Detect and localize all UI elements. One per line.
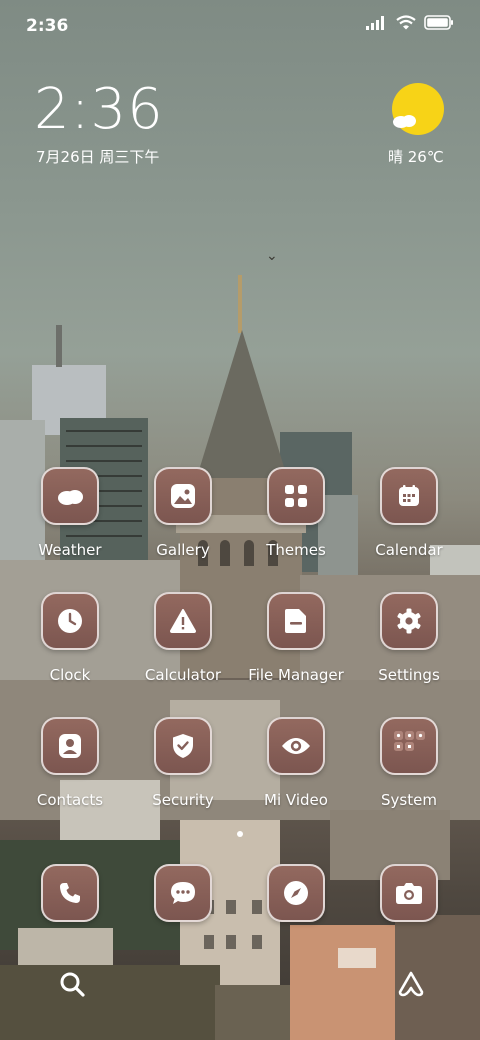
app-label: System [381, 791, 437, 809]
folder-icon [285, 609, 306, 633]
app-label: Gallery [156, 541, 210, 559]
app-tile[interactable] [154, 864, 212, 922]
dock-phone[interactable] [15, 864, 125, 922]
person-icon [59, 734, 81, 758]
status-bar: 2:36 [0, 0, 480, 50]
app-label: Calculator [144, 666, 222, 684]
app-tile[interactable] [41, 467, 99, 525]
page-dot-active [237, 831, 243, 837]
app-tile[interactable] [267, 717, 325, 775]
app-tile[interactable] [267, 467, 325, 525]
app-tile[interactable] [380, 864, 438, 922]
battery-icon [424, 15, 453, 30]
app-file-manager[interactable]: File Manager [241, 592, 351, 684]
cloud-icon [58, 490, 83, 505]
app-label: Security [152, 791, 214, 809]
app-tile[interactable] [154, 717, 212, 775]
clock-widget-time[interactable]: 2:36 [34, 80, 164, 140]
calendar-icon [399, 485, 419, 506]
gear-icon [397, 608, 421, 634]
compass-icon [284, 881, 308, 905]
app-tile[interactable] [41, 864, 99, 922]
app-tile[interactable] [380, 717, 438, 775]
app-calculator[interactable]: Calculator [128, 592, 238, 684]
app-label: Weather [38, 541, 102, 559]
app-themes[interactable]: Themes [241, 467, 351, 559]
app-label: Clock [49, 666, 91, 684]
app-tile[interactable] [380, 467, 438, 525]
app-calendar[interactable]: Calendar [354, 467, 464, 559]
weather-text: 晴 26℃ [388, 148, 444, 166]
camera-icon [396, 883, 422, 904]
app-label: Contacts [36, 791, 104, 809]
search-icon[interactable] [58, 970, 86, 998]
app-tile[interactable] [380, 592, 438, 650]
app-label: Calendar [375, 541, 443, 559]
app-label: Mi Video [264, 791, 328, 809]
app-mi-video[interactable]: Mi Video [241, 717, 351, 809]
app-tile[interactable] [154, 592, 212, 650]
dock-camera[interactable] [354, 864, 464, 922]
grid-squares-icon [285, 485, 307, 507]
wifi-icon [396, 15, 416, 30]
app-clock[interactable]: Clock [15, 592, 125, 684]
signal-icon [366, 15, 384, 30]
clock-icon [58, 609, 82, 633]
app-label: Settings [378, 666, 440, 684]
app-weather[interactable]: Weather [15, 467, 125, 559]
shield-icon [173, 734, 193, 758]
phone-icon [60, 883, 80, 903]
app-tile[interactable] [267, 592, 325, 650]
page-indicator [0, 831, 480, 837]
eye-icon [282, 738, 310, 754]
app-tile[interactable] [154, 467, 212, 525]
app-security[interactable]: Security [128, 717, 238, 809]
dock-browser[interactable] [241, 864, 351, 922]
ai-assistant-icon[interactable] [397, 970, 425, 998]
app-settings[interactable]: Settings [354, 592, 464, 684]
bird-silhouette: ⌄ [266, 248, 278, 264]
app-contacts[interactable]: Contacts [15, 717, 125, 809]
app-label: Themes [266, 541, 326, 559]
app-system-folder[interactable]: System [354, 717, 464, 809]
folder-group-icon [394, 731, 425, 751]
dock-messages[interactable] [128, 864, 238, 922]
clock-widget-date: 7月26日 周三下午 [36, 148, 160, 166]
app-tile[interactable] [41, 592, 99, 650]
app-tile[interactable] [267, 864, 325, 922]
app-label: File Manager [248, 666, 344, 684]
image-icon [171, 484, 195, 508]
app-tile[interactable] [41, 717, 99, 775]
warning-triangle-icon [170, 609, 196, 633]
message-icon [171, 882, 195, 904]
cloud-icon [393, 115, 416, 128]
app-gallery[interactable]: Gallery [128, 467, 238, 559]
status-time: 2:36 [26, 16, 69, 36]
status-icons [366, 15, 454, 30]
